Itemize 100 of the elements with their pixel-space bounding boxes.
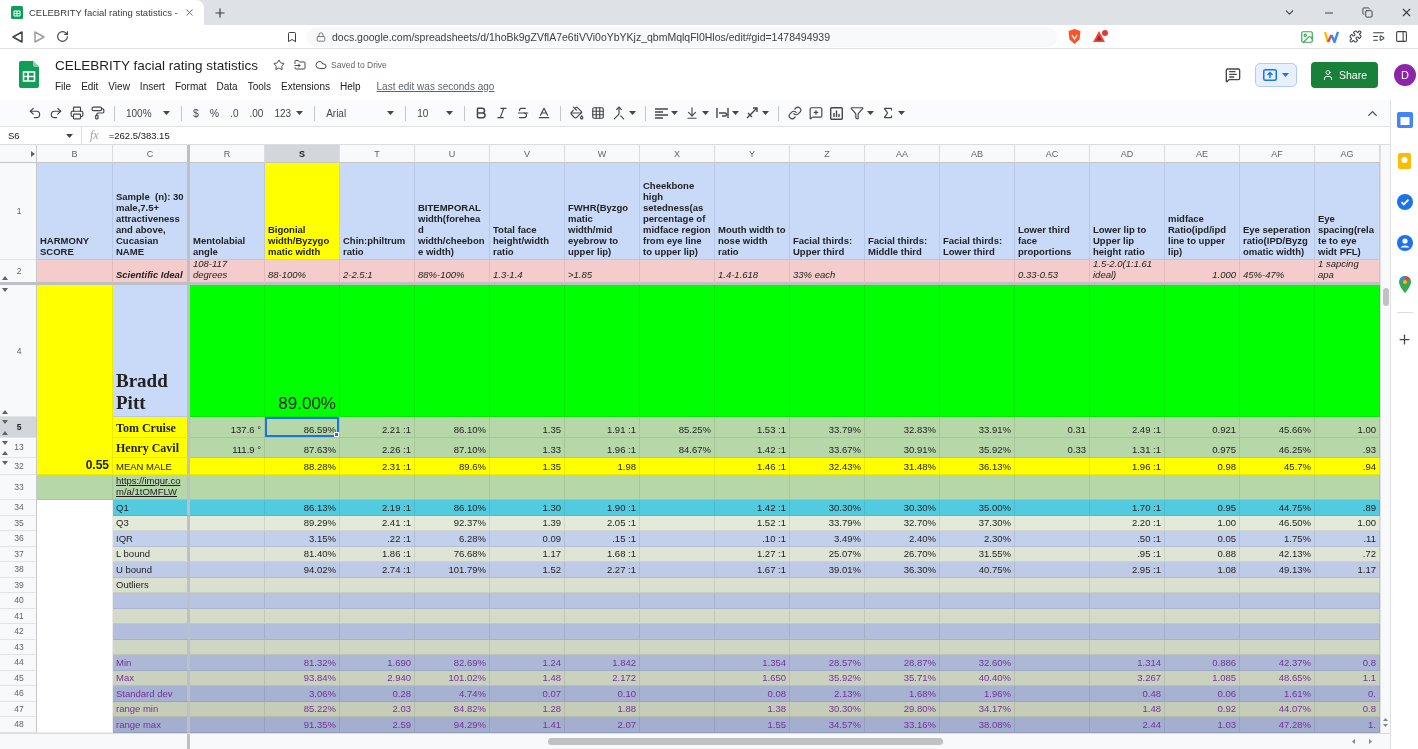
caret-down-icon[interactable] bbox=[2, 420, 8, 424]
currency-format[interactable]: $ bbox=[191, 107, 201, 119]
row-header[interactable]: 36 bbox=[0, 531, 37, 547]
reload-icon[interactable] bbox=[56, 30, 69, 43]
map-pin-icon[interactable] bbox=[1398, 276, 1411, 293]
column-header[interactable]: B bbox=[37, 145, 113, 163]
address-bar[interactable]: docs.google.com/spreadsheets/d/1hoBk9gZVflA7e6tiVVi0oYbYKjz_qbmMqlqFl0Hlos/edit#gid=1478494939 bbox=[306, 26, 1058, 47]
close-icon[interactable] bbox=[1400, 6, 1413, 19]
scroll-left-icon[interactable] bbox=[1352, 738, 1355, 744]
menu-item[interactable]: Edit bbox=[81, 80, 99, 92]
column-header[interactable]: S bbox=[265, 145, 340, 163]
column-header[interactable]: Z bbox=[790, 145, 865, 163]
row-header[interactable]: 33 bbox=[0, 475, 37, 500]
caret-icon[interactable] bbox=[671, 111, 679, 115]
row-header[interactable]: 32 bbox=[0, 458, 37, 475]
back-icon[interactable] bbox=[12, 30, 23, 43]
calendar-icon[interactable] bbox=[1396, 112, 1413, 128]
column-header[interactable]: U bbox=[415, 145, 490, 163]
text-rotate-icon[interactable] bbox=[746, 107, 760, 119]
shield-icon[interactable] bbox=[1068, 29, 1081, 44]
caret-right-icon[interactable] bbox=[31, 150, 35, 157]
scrollbar-thumb[interactable] bbox=[548, 737, 943, 745]
column-header[interactable]: V bbox=[490, 145, 565, 163]
strikethrough-icon[interactable] bbox=[516, 106, 531, 120]
spreadsheet-logo[interactable] bbox=[19, 61, 39, 88]
row-header[interactable]: 1 bbox=[0, 163, 37, 260]
increase-decimals[interactable]: .00 bbox=[247, 107, 266, 119]
fill-handle[interactable] bbox=[334, 431, 339, 437]
caret-up-icon[interactable] bbox=[2, 430, 8, 435]
caret-up-icon[interactable] bbox=[2, 276, 8, 280]
restore-icon[interactable] bbox=[1362, 7, 1373, 18]
add-comment-icon[interactable] bbox=[809, 106, 824, 120]
row-header[interactable]: 38 bbox=[0, 562, 37, 578]
vertical-align-icon[interactable] bbox=[685, 106, 700, 120]
caret-down-icon[interactable] bbox=[2, 440, 8, 445]
folder-icon[interactable] bbox=[294, 59, 307, 71]
formula-input[interactable]: =262.5/383.15 bbox=[108, 127, 1390, 144]
column-header[interactable]: X bbox=[640, 145, 715, 163]
menu-item[interactable]: Format bbox=[174, 80, 207, 92]
bookmark-icon[interactable] bbox=[286, 30, 298, 43]
column-header[interactable]: Y bbox=[715, 145, 790, 163]
column-header[interactable]: AA bbox=[865, 145, 940, 163]
scroll-up-icon[interactable] bbox=[1383, 717, 1388, 721]
present-button[interactable] bbox=[1254, 62, 1297, 87]
document-title[interactable]: CELEBRITY facial rating statistics bbox=[55, 57, 259, 73]
decrease-decimals[interactable]: .0 bbox=[228, 107, 241, 119]
scroll-right-icon[interactable] bbox=[1369, 738, 1372, 744]
column-header[interactable]: AB bbox=[940, 145, 1015, 163]
undo-icon[interactable] bbox=[28, 106, 42, 120]
media-list-icon[interactable] bbox=[1372, 30, 1385, 43]
percent-format[interactable]: % bbox=[207, 107, 222, 119]
bold-icon[interactable] bbox=[474, 106, 489, 120]
sidebar-icon[interactable] bbox=[1395, 30, 1408, 43]
row-header[interactable]: 48 bbox=[0, 717, 37, 733]
column-header[interactable]: W bbox=[565, 145, 640, 163]
row-header[interactable]: 13 bbox=[0, 437, 37, 458]
caret-icon[interactable] bbox=[629, 111, 637, 115]
column-header[interactable]: AD bbox=[1090, 145, 1165, 163]
row-header[interactable]: 46 bbox=[0, 686, 37, 702]
caret-icon[interactable] bbox=[732, 111, 740, 115]
font-dropdown[interactable]: Arial bbox=[324, 107, 397, 119]
scroll-down-icon[interactable] bbox=[1383, 723, 1388, 727]
menu-item[interactable]: Insert bbox=[139, 80, 165, 92]
avatar[interactable]: D bbox=[1394, 63, 1416, 86]
more-formats-dropdown[interactable]: 123 bbox=[272, 107, 306, 119]
caret-icon[interactable] bbox=[898, 111, 906, 115]
menu-item[interactable]: Help bbox=[339, 80, 361, 92]
font-size-dropdown[interactable]: 10 bbox=[415, 107, 456, 119]
filter-icon[interactable] bbox=[850, 106, 865, 120]
row-header[interactable]: 2 bbox=[0, 260, 37, 285]
paint-format-icon[interactable] bbox=[91, 106, 105, 120]
column-header[interactable]: AE bbox=[1165, 145, 1240, 163]
row-header[interactable]: 34 bbox=[0, 500, 37, 516]
menu-item[interactable]: View bbox=[108, 80, 130, 92]
text-color-icon[interactable] bbox=[537, 106, 552, 120]
star-icon[interactable] bbox=[273, 59, 286, 71]
column-header[interactable]: R bbox=[190, 145, 265, 163]
column-header[interactable]: AF bbox=[1240, 145, 1315, 163]
caret-icon[interactable] bbox=[762, 111, 770, 115]
text-wrap-icon[interactable] bbox=[716, 107, 730, 119]
column-header[interactable]: AG bbox=[1315, 145, 1380, 163]
row-header[interactable]: 40 bbox=[0, 593, 37, 609]
triangle-icon[interactable] bbox=[1093, 30, 1108, 43]
contacts-icon[interactable] bbox=[1396, 235, 1413, 251]
w-logo-icon[interactable] bbox=[1324, 30, 1339, 43]
puzzle-icon[interactable] bbox=[1349, 30, 1362, 43]
link-icon[interactable] bbox=[788, 106, 803, 120]
redo-icon[interactable] bbox=[49, 106, 63, 120]
menu-item[interactable]: File bbox=[55, 80, 72, 92]
caret-icon[interactable] bbox=[702, 111, 710, 115]
comment-icon[interactable] bbox=[1224, 66, 1241, 83]
menu-item[interactable]: Data bbox=[216, 80, 238, 92]
share-button[interactable]: Share bbox=[1310, 61, 1378, 88]
caret-icon[interactable] bbox=[867, 111, 875, 115]
last-edit-link[interactable]: Last edit was seconds ago bbox=[376, 80, 495, 92]
caret-down-icon[interactable] bbox=[2, 461, 8, 465]
align-left-icon[interactable] bbox=[655, 107, 669, 119]
column-header[interactable]: C bbox=[113, 145, 190, 163]
caret-up-icon[interactable] bbox=[2, 410, 8, 414]
print-icon[interactable] bbox=[70, 106, 84, 120]
